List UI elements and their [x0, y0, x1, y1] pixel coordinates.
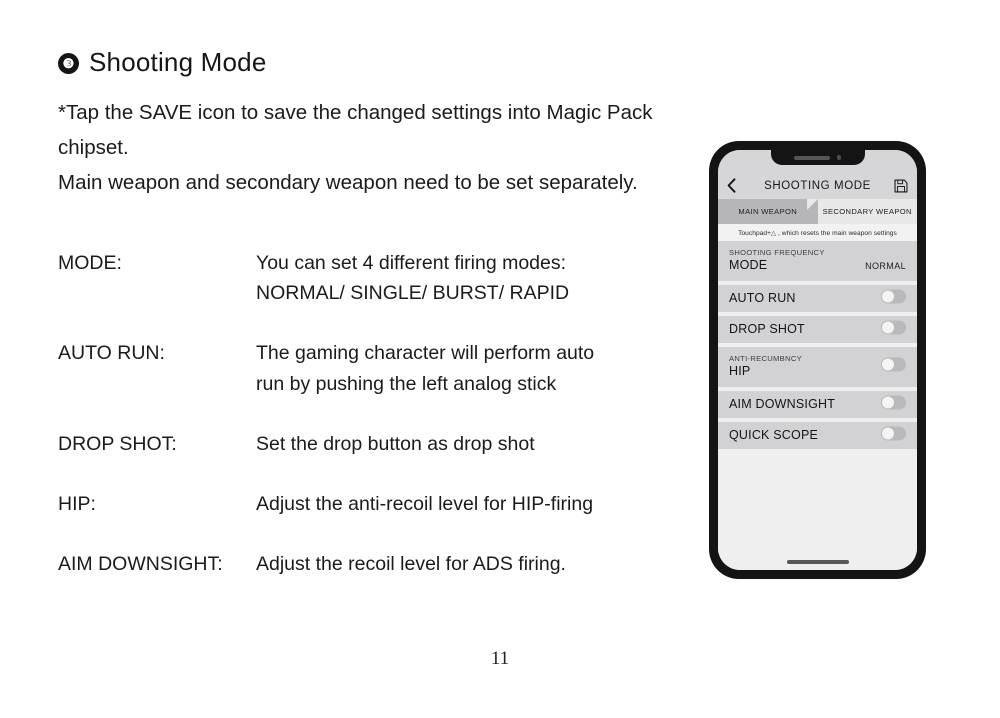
weapon-tabs: MAIN WEAPON SECONDARY WEAPON: [718, 199, 917, 224]
setting-sublabel-anti-recumbncy: ANTI-RECUMBNCY: [729, 354, 802, 364]
settings-list: SHOOTING FREQUENCY MODE NORMAL AUTO RUN …: [718, 241, 917, 554]
toggle-knob: [882, 427, 894, 439]
setting-row-aim-downsight[interactable]: AIM DOWNSIGHT: [718, 391, 917, 422]
intro-paragraph-line-2: chipset.: [58, 136, 129, 160]
setting-label-quick-scope: QUICK SCOPE: [729, 428, 819, 443]
definition-term: HIP:: [58, 493, 96, 516]
definition-list: MODE: You can set 4 different firing mod…: [58, 248, 708, 580]
definition-term: MODE:: [58, 252, 122, 274]
intro-paragraph-line-1: *Tap the SAVE icon to save the changed s…: [58, 100, 653, 124]
toggle-auto-run-wrap: [881, 289, 906, 308]
toggle-drop-shot-wrap: [881, 320, 906, 339]
setting-value-mode: NORMAL: [865, 260, 906, 271]
definition-description-line-1: Adjust the anti-recoil level for HIP-fir…: [256, 493, 594, 516]
setting-row-mode[interactable]: SHOOTING FREQUENCY MODE NORMAL: [718, 241, 917, 285]
definition-description: Set the drop button as drop shot: [256, 429, 708, 459]
toggle-quick-scope-wrap: [881, 426, 906, 445]
setting-sublabel-shooting-frequency: SHOOTING FREQUENCY: [729, 248, 825, 258]
list-empty-area: [718, 453, 917, 554]
toggle-hip[interactable]: [881, 357, 906, 372]
setting-row-auto-run[interactable]: AUTO RUN: [718, 285, 917, 316]
toggle-drop-shot[interactable]: [881, 320, 906, 334]
setting-row-hip[interactable]: ANTI-RECUMBNCY HIP: [718, 347, 917, 391]
setting-label-mode: MODE: [729, 258, 768, 273]
toggle-knob: [882, 358, 894, 371]
definition-description: You can set 4 different firing modes: NO…: [256, 248, 708, 308]
document-text-column: ❸ Shooting Mode *Tap the SAVE icon to sa…: [58, 47, 708, 200]
setting-label-drop-shot: DROP SHOT: [729, 322, 805, 337]
toggle-knob: [882, 321, 894, 333]
definition-description-line-2: NORMAL/ SINGLE/ BURST/ RAPID: [256, 282, 570, 305]
setting-row-drop-shot[interactable]: DROP SHOT: [718, 316, 917, 347]
definition-description-line-1: Adjust the recoil level for ADS firing.: [256, 553, 566, 576]
section-number-badge: ❸: [58, 53, 79, 75]
setting-label-auto-run: AUTO RUN: [729, 291, 796, 306]
floppy-disk-save-icon: [894, 179, 908, 193]
setting-label-aim-downsight: AIM DOWNSIGHT: [729, 397, 836, 412]
definition-description-line-2: run by pushing the left analog stick: [256, 372, 557, 395]
definition-description: Adjust the anti-recoil level for HIP-fir…: [256, 489, 708, 519]
navbar-title: SHOOTING MODE: [764, 180, 871, 192]
definition-row: MODE: You can set 4 different firing mod…: [58, 248, 708, 308]
back-button[interactable]: [727, 178, 747, 193]
setting-label-hip: HIP: [729, 364, 751, 379]
toggle-quick-scope[interactable]: [881, 426, 906, 440]
definition-description-line-1: The gaming character will perform auto: [256, 342, 595, 365]
definition-description: The gaming character will perform auto r…: [256, 338, 708, 398]
definition-term: AIM DOWNSIGHT:: [58, 553, 223, 576]
save-button[interactable]: [888, 179, 908, 193]
tab-main-weapon[interactable]: MAIN WEAPON: [718, 199, 818, 224]
definition-term: DROP SHOT:: [58, 432, 177, 455]
reset-hint-text: Touchpad+△ , which resets the main weapo…: [738, 229, 897, 237]
tab-secondary-weapon-label: SECONDARY WEAPON: [822, 207, 912, 216]
chevron-left-icon: [727, 178, 736, 193]
page-number: 11: [490, 648, 510, 669]
home-indicator[interactable]: [786, 560, 849, 564]
toggle-aim-downsight-wrap: [881, 395, 906, 414]
home-indicator-area: [718, 554, 917, 570]
definition-row: DROP SHOT: Set the drop button as drop s…: [58, 429, 708, 459]
tab-main-weapon-label: MAIN WEAPON: [738, 207, 798, 216]
earpiece-speaker-icon: [793, 155, 830, 160]
toggle-auto-run[interactable]: [881, 289, 906, 303]
definition-description-line-1: You can set 4 different firing modes:: [256, 252, 567, 274]
tab-secondary-weapon[interactable]: SECONDARY WEAPON: [818, 199, 918, 224]
definition-row: HIP: Adjust the anti-recoil level for HI…: [58, 489, 708, 519]
setting-mainline: MODE NORMAL: [729, 258, 906, 272]
phone-screen: SHOOTING MODE MAIN WEAPON SECONDARY WEAP…: [718, 150, 917, 570]
page-title-text: Shooting Mode: [89, 47, 267, 77]
reset-hint-bar: Touchpad+△ , which resets the main weapo…: [718, 224, 917, 241]
toggle-knob: [882, 396, 894, 408]
phone-mockup: SHOOTING MODE MAIN WEAPON SECONDARY WEAP…: [709, 141, 926, 579]
phone-notch: [770, 150, 865, 165]
page-title: ❸ Shooting Mode: [58, 47, 708, 78]
definition-description: Adjust the recoil level for ADS firing.: [256, 549, 708, 579]
definition-row: AIM DOWNSIGHT: Adjust the recoil level f…: [58, 549, 708, 579]
toggle-hip-wrap: [881, 357, 906, 377]
intro-paragraph-line-3: Main weapon and secondary weapon need to…: [58, 171, 638, 195]
front-camera-icon: [836, 155, 842, 160]
setting-mainline: HIP: [729, 364, 906, 378]
definition-row: AUTO RUN: The gaming character will perf…: [58, 338, 708, 398]
setting-row-quick-scope[interactable]: QUICK SCOPE: [718, 422, 917, 453]
toggle-knob: [882, 290, 894, 302]
toggle-aim-downsight[interactable]: [881, 395, 906, 409]
definition-term: AUTO RUN:: [58, 342, 165, 365]
definition-description-line-1: Set the drop button as drop shot: [256, 432, 535, 455]
